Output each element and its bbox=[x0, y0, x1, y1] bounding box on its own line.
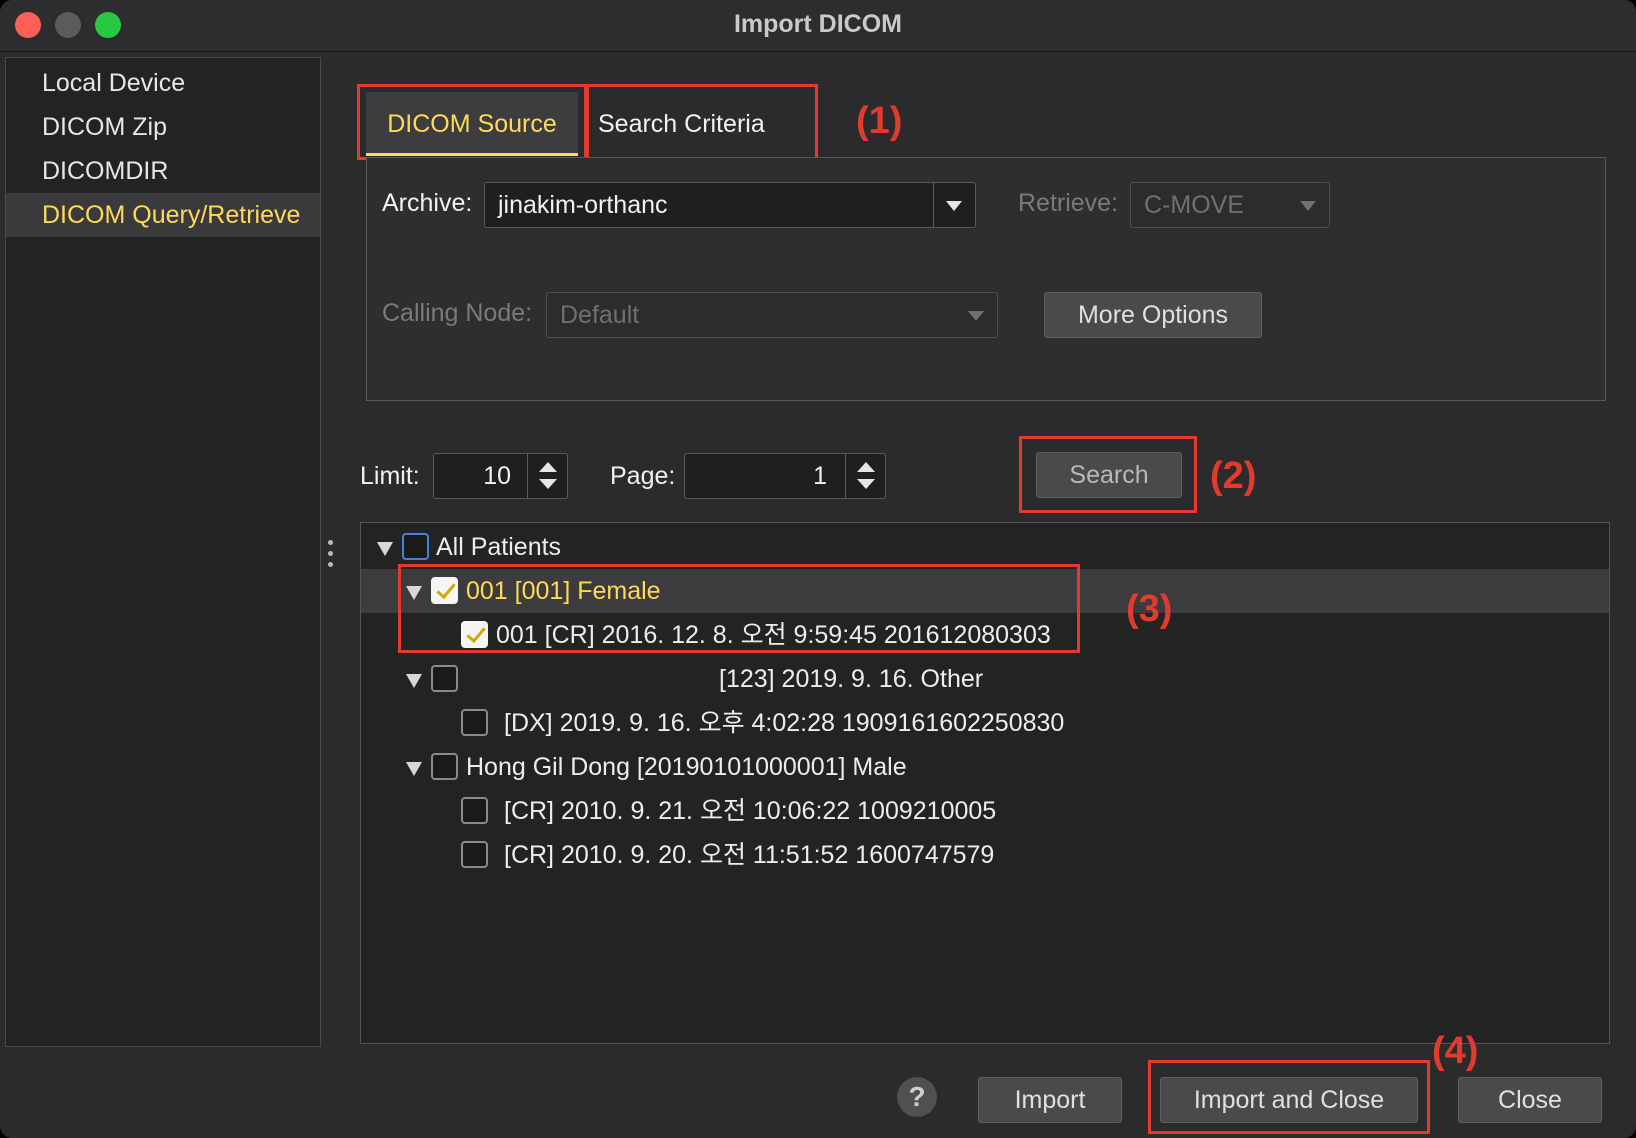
help-button[interactable]: ? bbox=[897, 1077, 937, 1117]
annotation-box-tab-criteria bbox=[584, 84, 818, 160]
annotation-box-search bbox=[1019, 436, 1197, 513]
tree-row-patient-hong-gil-dong[interactable]: Hong Gil Dong [20190101000001] Male bbox=[361, 745, 1609, 789]
tree-row-study[interactable]: [CR] 2010. 9. 20. 오전 11:51:52 1600747579 bbox=[361, 833, 1609, 877]
calling-node-label: Calling Node: bbox=[382, 299, 533, 327]
decrement-icon[interactable] bbox=[539, 479, 557, 489]
tree-row-label: [CR] 2010. 9. 20. 오전 11:51:52 1600747579 bbox=[504, 841, 995, 869]
chevron-down-icon bbox=[946, 201, 962, 211]
sidebar-item-dicom-zip[interactable]: DICOM Zip bbox=[6, 105, 320, 149]
checkbox-study[interactable] bbox=[461, 841, 488, 868]
annotation-label-3: (3) bbox=[1126, 588, 1173, 630]
archive-dropdown-button[interactable] bbox=[933, 183, 975, 227]
sidebar-item-dicom-query-retrieve[interactable]: DICOM Query/Retrieve bbox=[6, 193, 320, 237]
checkbox-study[interactable] bbox=[461, 797, 488, 824]
retrieve-dropdown-button[interactable] bbox=[1287, 183, 1329, 227]
checkbox-patient-hong-gil-dong[interactable] bbox=[431, 753, 458, 780]
chevron-down-icon bbox=[968, 311, 984, 321]
archive-label: Archive: bbox=[382, 189, 473, 217]
import-button[interactable]: Import bbox=[978, 1077, 1122, 1123]
archive-select[interactable]: jinakim-orthanc bbox=[484, 182, 976, 228]
annotation-label-4: (4) bbox=[1432, 1030, 1479, 1072]
calling-node-select[interactable]: Default bbox=[546, 292, 998, 338]
annotation-box-selection bbox=[398, 564, 1080, 653]
tree-row-study[interactable]: [CR] 2010. 9. 21. 오전 10:06:22 1009210005 bbox=[361, 789, 1609, 833]
checkbox-all-patients[interactable] bbox=[402, 533, 429, 560]
close-button[interactable]: Close bbox=[1458, 1077, 1602, 1123]
decrement-icon[interactable] bbox=[857, 479, 875, 489]
increment-icon[interactable] bbox=[539, 462, 557, 472]
tree-row-patient-123[interactable]: [123] 2019. 9. 16. Other bbox=[361, 657, 1609, 701]
limit-value: 10 bbox=[483, 462, 511, 490]
archive-select-value: jinakim-orthanc bbox=[498, 191, 668, 219]
page-stepper-arrows[interactable] bbox=[845, 454, 885, 498]
retrieve-label: Retrieve: bbox=[1018, 189, 1119, 217]
checkbox-patient-123[interactable] bbox=[431, 665, 458, 692]
checkbox-study[interactable] bbox=[461, 709, 488, 736]
collapse-triangle-icon[interactable] bbox=[406, 762, 422, 776]
retrieve-select-value: C-MOVE bbox=[1144, 191, 1244, 219]
calling-node-dropdown-button[interactable] bbox=[955, 293, 997, 337]
tree-row-label: [DX] 2019. 9. 16. 오후 4:02:28 19091616022… bbox=[504, 709, 1065, 737]
title-bar: Import DICOM bbox=[0, 0, 1636, 52]
annotation-label-1: (1) bbox=[856, 100, 903, 142]
sidebar-item-dicomdir[interactable]: DICOMDIR bbox=[6, 149, 320, 193]
tree-row-label: All Patients bbox=[436, 533, 562, 561]
tree-row-all-patients[interactable]: All Patients bbox=[361, 525, 1609, 569]
collapse-triangle-icon[interactable] bbox=[406, 674, 422, 688]
limit-stepper-arrows[interactable] bbox=[527, 454, 567, 498]
tree-row-label: [123] 2019. 9. 16. Other bbox=[719, 665, 984, 693]
increment-icon[interactable] bbox=[857, 462, 875, 472]
sidebar-item-local-device[interactable]: Local Device bbox=[6, 61, 320, 105]
collapse-triangle-icon[interactable] bbox=[377, 542, 393, 556]
window-title: Import DICOM bbox=[733, 10, 903, 38]
retrieve-select[interactable]: C-MOVE bbox=[1130, 182, 1330, 228]
page-label: Page: bbox=[610, 462, 676, 490]
tree-row-label: Hong Gil Dong [20190101000001] Male bbox=[466, 753, 907, 781]
more-options-button[interactable]: More Options bbox=[1044, 292, 1262, 338]
import-dicom-window: Import DICOM Local Device DICOM Zip DICO… bbox=[0, 0, 1636, 1138]
source-sidebar: Local Device DICOM Zip DICOMDIR DICOM Qu… bbox=[5, 57, 321, 1047]
calling-node-select-value: Default bbox=[560, 301, 640, 329]
annotation-box-tab-source bbox=[357, 84, 589, 160]
tree-row-study[interactable]: [DX] 2019. 9. 16. 오후 4:02:28 19091616022… bbox=[361, 701, 1609, 745]
annotation-label-2: (2) bbox=[1210, 455, 1257, 497]
limit-stepper[interactable]: 10 bbox=[433, 453, 568, 499]
limit-label: Limit: bbox=[360, 462, 420, 490]
tree-row-label: [CR] 2010. 9. 21. 오전 10:06:22 1009210005 bbox=[504, 797, 997, 825]
annotation-box-import-close bbox=[1148, 1060, 1430, 1134]
page-value: 1 bbox=[813, 462, 827, 490]
chevron-down-icon bbox=[1300, 201, 1316, 211]
page-stepper[interactable]: 1 bbox=[684, 453, 886, 499]
splitter-handle[interactable] bbox=[327, 540, 335, 570]
